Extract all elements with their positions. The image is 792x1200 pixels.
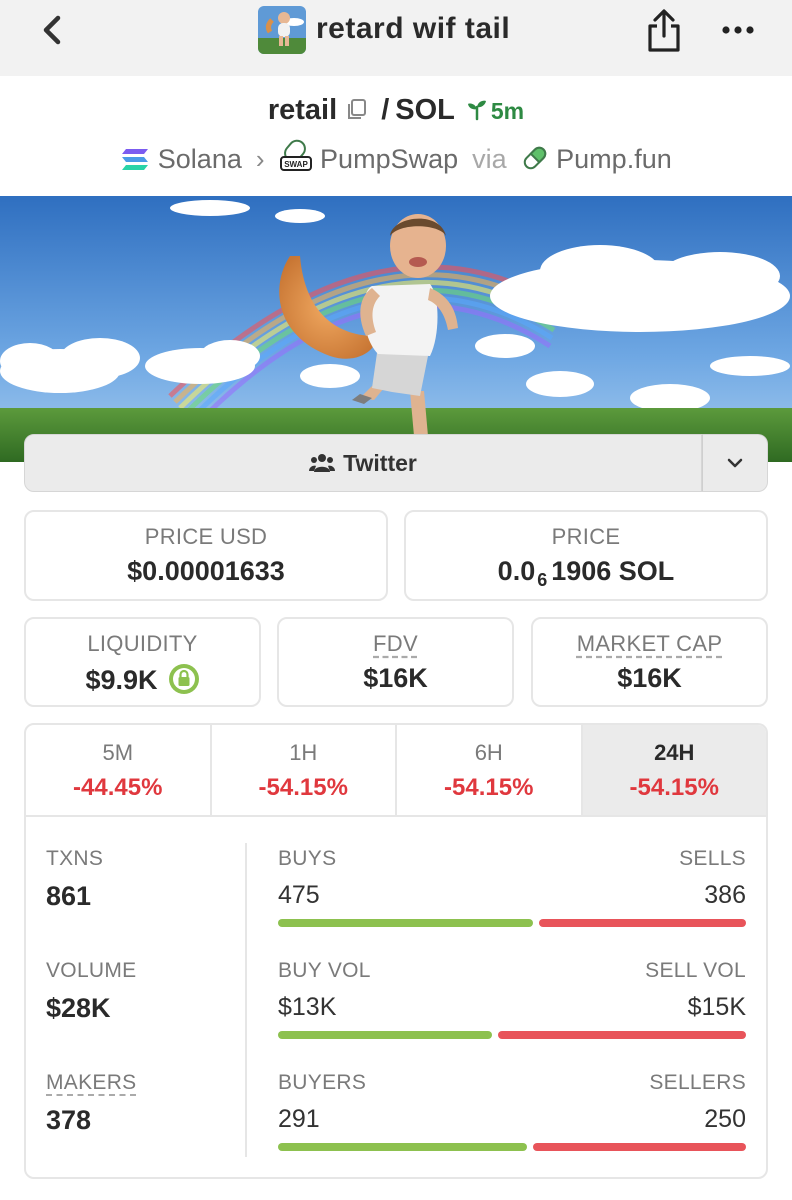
dex-link[interactable]: SWAP PumpSwap (279, 139, 459, 174)
makers-value: 378 (46, 1105, 92, 1135)
buy-vol-bar (278, 1031, 492, 1039)
fdv-card: FDV $16K (277, 617, 514, 707)
market-cap-value: $16K (617, 663, 682, 693)
pair-base-symbol: retail (267, 94, 338, 126)
more-options-button[interactable] (716, 14, 760, 44)
price-usd-card: PRICE USD $0.00001633 (24, 510, 388, 601)
price-native-card: PRICE 0.0 6 1906 SOL (404, 510, 768, 601)
sellers-label: SELLERS (649, 1071, 746, 1094)
chevron-right-icon: › (255, 144, 265, 174)
twitter-button[interactable]: Twitter (24, 434, 702, 492)
volume-value: $28K (46, 993, 111, 1023)
socials-dropdown-button[interactable] (702, 434, 768, 492)
liquidity-card: LIQUIDITY $9.9K (24, 617, 261, 707)
change-5m: -44.45% (73, 774, 163, 801)
pair-title: retail / SOL 5m (0, 94, 792, 127)
twitter-label: Twitter (343, 449, 417, 476)
sell-vol-value: $15K (687, 993, 746, 1021)
volume-label: VOLUME (46, 959, 137, 982)
makers-label[interactable]: MAKERS (46, 1071, 137, 1095)
sell-vol-bar (498, 1031, 746, 1039)
buys-bar (278, 919, 533, 927)
price-usd-label: PRICE USD (144, 524, 268, 549)
token-name: retard wif tail (316, 12, 511, 45)
lock-icon[interactable] (168, 663, 200, 695)
solana-icon (122, 149, 149, 170)
price-usd-value: $0.00001633 (127, 556, 285, 586)
share-icon (648, 9, 680, 52)
tab-24h[interactable]: 24H -54.15% (582, 725, 766, 815)
pair-quote-symbol: SOL (395, 94, 455, 126)
liquidity-value-row: $9.9K (26, 663, 259, 696)
chevron-left-icon (43, 15, 61, 45)
pill-icon (523, 146, 546, 170)
buyers-bar (278, 1143, 527, 1151)
change-6h: -54.15% (444, 774, 534, 801)
launchpad-link[interactable]: Pump.fun (521, 144, 672, 174)
token-avatar (258, 6, 306, 54)
route-line: Solana › SWAP PumpSwap via Pump.fun (0, 138, 792, 175)
chain-name: Solana (157, 144, 242, 174)
liquidity-label: LIQUIDITY (87, 631, 198, 656)
sellers-bar (533, 1143, 746, 1151)
price-native-label: PRICE (551, 524, 621, 549)
dex-badge-text: SWAP (284, 160, 308, 169)
via-label: via (472, 144, 507, 174)
stats-panel: 5M -44.45% 1H -54.15% 6H -54.15% 24H -54… (24, 723, 768, 1179)
chain-link[interactable]: Solana (120, 144, 242, 174)
price-zero-count: 6 (537, 570, 548, 590)
pumpswap-icon: SWAP (279, 139, 312, 171)
tab-5m[interactable]: 5M -44.45% (26, 725, 212, 815)
sellers-value: 250 (704, 1105, 746, 1133)
sells-label: SELLS (679, 847, 746, 870)
market-cap-label[interactable]: MARKET CAP (533, 631, 766, 657)
price-native-value: 0.0 6 1906 SOL (497, 556, 675, 590)
dex-name: PumpSwap (320, 144, 459, 174)
sells-value: 386 (704, 881, 746, 909)
liquidity-value: $9.9K (85, 665, 158, 695)
back-button[interactable] (34, 12, 74, 52)
top-nav-bar: retard wif tail (0, 0, 792, 76)
timeframe-tabs: 5M -44.45% 1H -54.15% 6H -54.15% 24H -54… (26, 725, 766, 817)
divider (245, 843, 247, 1157)
buyers-value: 291 (278, 1105, 320, 1133)
people-icon (309, 454, 336, 472)
buy-vol-label: BUY VOL (278, 959, 371, 982)
sell-vol-label: SELL VOL (645, 959, 746, 982)
fdv-value: $16K (363, 663, 428, 693)
share-button[interactable] (642, 6, 686, 54)
change-24h: -54.15% (629, 774, 719, 801)
tab-1h[interactable]: 1H -54.15% (212, 725, 397, 815)
tab-6h[interactable]: 6H -54.15% (397, 725, 583, 815)
buys-label: BUYS (278, 847, 337, 870)
chevron-down-icon (727, 458, 743, 468)
buy-vol-value: $13K (278, 993, 337, 1021)
more-dots-icon (722, 26, 754, 34)
market-cap-card: MARKET CAP $16K (531, 617, 768, 707)
token-banner-image (0, 196, 792, 462)
txns-value: 861 (46, 881, 92, 911)
sells-bar (539, 919, 746, 927)
change-1h: -54.15% (258, 774, 348, 801)
txns-label: TXNS (46, 847, 104, 870)
launchpad-name: Pump.fun (556, 144, 672, 174)
pair-age: 5m (490, 98, 525, 124)
copy-icon[interactable] (345, 97, 369, 121)
buyers-label: BUYERS (278, 1071, 367, 1094)
fdv-label[interactable]: FDV (279, 631, 512, 657)
pair-separator: / (381, 94, 390, 126)
buys-value: 475 (278, 881, 320, 909)
sprout-icon (467, 100, 486, 121)
